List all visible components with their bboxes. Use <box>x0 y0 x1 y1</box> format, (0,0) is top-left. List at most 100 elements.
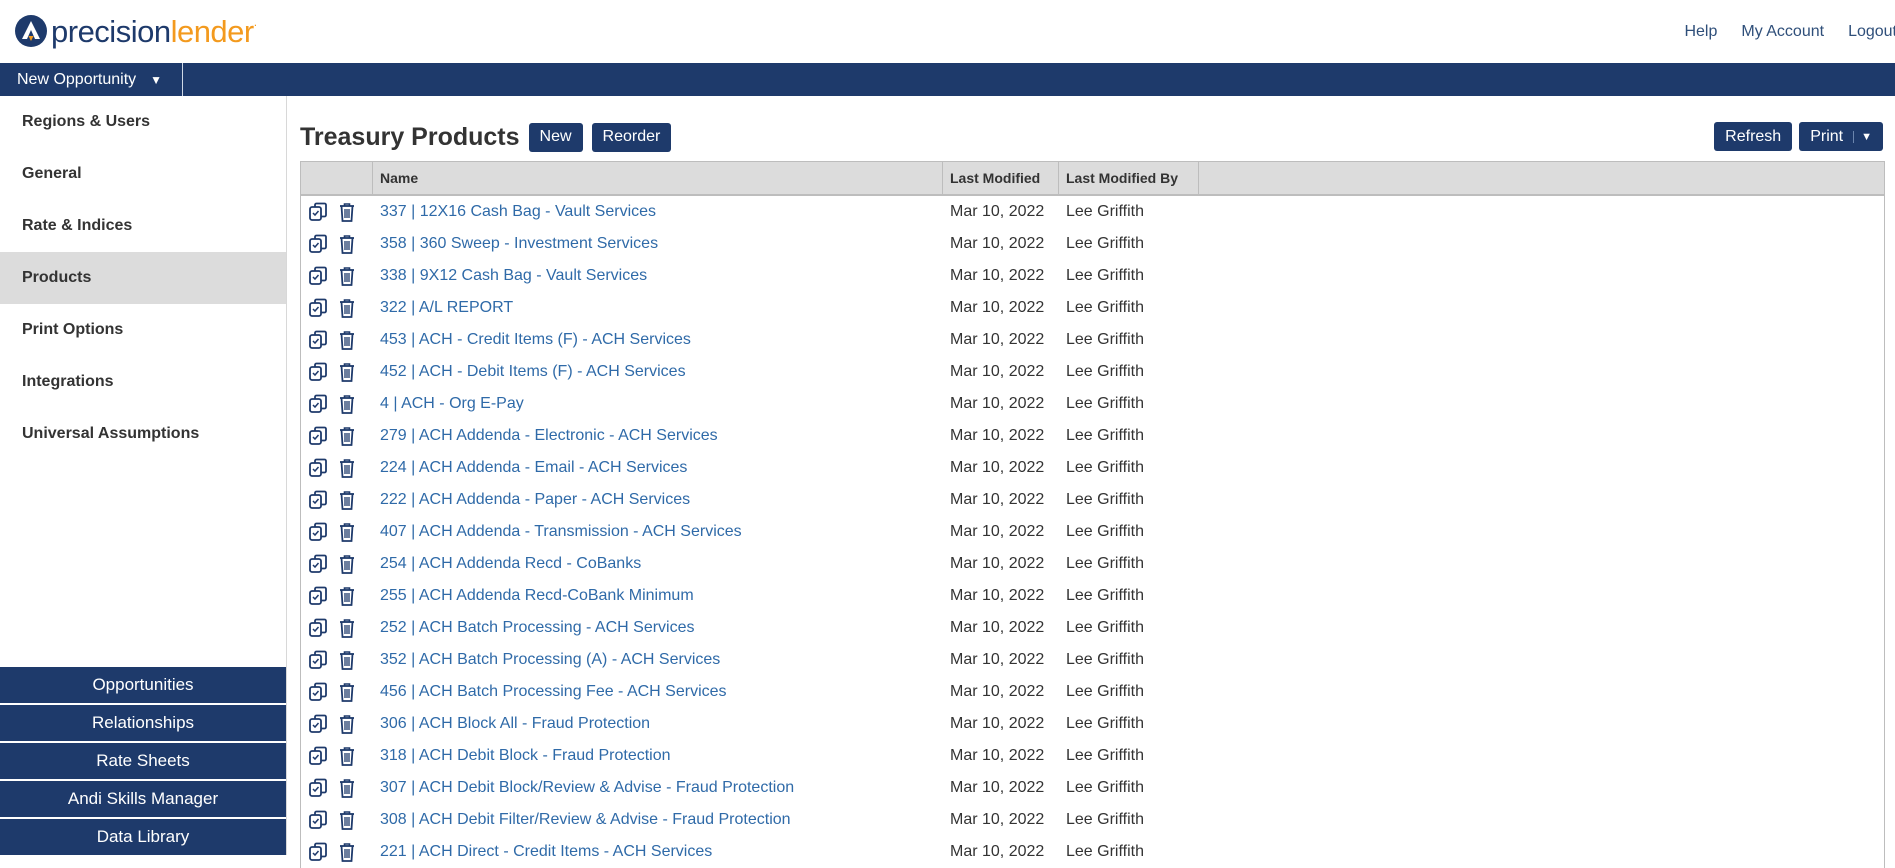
trash-icon[interactable] <box>336 553 358 575</box>
sidebar-item-universal-assumptions[interactable]: Universal Assumptions <box>0 408 286 460</box>
product-link[interactable]: 407 | ACH Addenda - Transmission - ACH S… <box>380 523 742 541</box>
product-link[interactable]: 224 | ACH Addenda - Email - ACH Services <box>380 459 687 477</box>
product-link[interactable]: 358 | 360 Sweep - Investment Services <box>380 235 658 253</box>
copy-icon[interactable] <box>307 361 329 383</box>
sidebar-item-regions-users[interactable]: Regions & Users <box>0 96 286 148</box>
product-link[interactable]: 307 | ACH Debit Block/Review & Advise - … <box>380 779 794 797</box>
last-modified-by-cell: Lee Griffith <box>1066 715 1144 732</box>
product-link[interactable]: 322 | A/L REPORT <box>380 299 513 317</box>
sidebar-item-integrations[interactable]: Integrations <box>0 356 286 408</box>
trash-icon[interactable] <box>336 457 358 479</box>
copy-icon[interactable] <box>307 457 329 479</box>
last-modified-cell: Mar 10, 2022 <box>950 299 1045 316</box>
reorder-button[interactable]: Reorder <box>591 122 672 152</box>
row-actions <box>301 356 373 388</box>
product-link[interactable]: 252 | ACH Batch Processing - ACH Service… <box>380 619 695 637</box>
copy-icon[interactable] <box>307 393 329 415</box>
last-modified-cell: Mar 10, 2022 <box>950 235 1045 252</box>
refresh-button[interactable]: Refresh <box>1714 122 1793 151</box>
product-link[interactable]: 453 | ACH - Credit Items (F) - ACH Servi… <box>380 331 691 349</box>
product-link[interactable]: 254 | ACH Addenda Recd - CoBanks <box>380 555 641 573</box>
copy-icon[interactable] <box>307 745 329 767</box>
relationships-button[interactable]: Relationships <box>0 705 286 741</box>
copy-icon[interactable] <box>307 585 329 607</box>
print-split-button[interactable]: Print ▼ <box>1799 122 1883 151</box>
trash-icon[interactable] <box>336 777 358 799</box>
trash-icon[interactable] <box>336 393 358 415</box>
product-link[interactable]: 4 | ACH - Org E-Pay <box>380 395 524 413</box>
last-modified-column-header[interactable]: Last Modified <box>943 162 1059 194</box>
product-link[interactable]: 221 | ACH Direct - Credit Items - ACH Se… <box>380 843 712 861</box>
copy-icon[interactable] <box>307 553 329 575</box>
product-link[interactable]: 338 | 9X12 Cash Bag - Vault Services <box>380 267 647 285</box>
trash-icon[interactable] <box>336 713 358 735</box>
help-link[interactable]: Help <box>1684 23 1717 41</box>
new-button[interactable]: New <box>528 122 583 152</box>
copy-icon[interactable] <box>307 777 329 799</box>
trash-icon[interactable] <box>336 745 358 767</box>
trash-icon[interactable] <box>336 585 358 607</box>
product-link[interactable]: 452 | ACH - Debit Items (F) - ACH Servic… <box>380 363 686 381</box>
copy-icon[interactable] <box>307 521 329 543</box>
copy-icon[interactable] <box>307 617 329 639</box>
copy-icon[interactable] <box>307 489 329 511</box>
trash-icon[interactable] <box>336 521 358 543</box>
copy-icon[interactable] <box>307 649 329 671</box>
product-link[interactable]: 352 | ACH Batch Processing (A) - ACH Ser… <box>380 651 720 669</box>
andi-skills-manager-button[interactable]: Andi Skills Manager <box>0 781 286 817</box>
trash-icon[interactable] <box>336 425 358 447</box>
my-account-link[interactable]: My Account <box>1741 23 1824 41</box>
last-modified-cell: Mar 10, 2022 <box>950 747 1045 764</box>
copy-icon[interactable] <box>307 681 329 703</box>
copy-icon[interactable] <box>307 297 329 319</box>
trash-icon[interactable] <box>336 809 358 831</box>
trash-icon[interactable] <box>336 329 358 351</box>
trash-icon[interactable] <box>336 201 358 223</box>
opportunities-button[interactable]: Opportunities <box>0 667 286 703</box>
trash-icon[interactable] <box>336 617 358 639</box>
sidebar-item-general[interactable]: General <box>0 148 286 200</box>
copy-icon[interactable] <box>307 841 329 863</box>
sidebar-item-print-options[interactable]: Print Options <box>0 304 286 356</box>
logout-link[interactable]: Logout <box>1848 23 1895 41</box>
copy-icon[interactable] <box>307 425 329 447</box>
copy-icon[interactable] <box>307 809 329 831</box>
copy-icon[interactable] <box>307 713 329 735</box>
product-link[interactable]: 337 | 12X16 Cash Bag - Vault Services <box>380 203 656 221</box>
last-modified-by-column-header[interactable]: Last Modified By <box>1059 162 1199 194</box>
product-link[interactable]: 456 | ACH Batch Processing Fee - ACH Ser… <box>380 683 727 701</box>
product-link[interactable]: 308 | ACH Debit Filter/Review & Advise -… <box>380 811 791 829</box>
trash-icon[interactable] <box>336 489 358 511</box>
row-actions <box>301 708 373 740</box>
product-link[interactable]: 306 | ACH Block All - Fraud Protection <box>380 715 650 733</box>
row-actions <box>301 324 373 356</box>
copy-icon[interactable] <box>307 233 329 255</box>
new-opportunity-dropdown[interactable]: New Opportunity ▼ <box>0 63 183 96</box>
copy-icon[interactable] <box>307 265 329 287</box>
copy-icon[interactable] <box>307 329 329 351</box>
sidebar-item-rate-indices[interactable]: Rate & Indices <box>0 200 286 252</box>
trash-icon[interactable] <box>336 841 358 863</box>
trash-icon[interactable] <box>336 265 358 287</box>
trash-icon[interactable] <box>336 297 358 319</box>
name-column-header[interactable]: Name <box>373 162 943 194</box>
product-link[interactable]: 318 | ACH Debit Block - Fraud Protection <box>380 747 671 765</box>
row-actions <box>301 676 373 708</box>
last-modified-cell: Mar 10, 2022 <box>950 523 1045 540</box>
data-library-button[interactable]: Data Library <box>0 819 286 855</box>
trash-icon[interactable] <box>336 681 358 703</box>
trash-icon[interactable] <box>336 233 358 255</box>
product-link[interactable]: 279 | ACH Addenda - Electronic - ACH Ser… <box>380 427 718 445</box>
last-modified-cell: Mar 10, 2022 <box>950 843 1045 860</box>
caret-down-icon[interactable]: ▼ <box>1853 130 1872 143</box>
precisionlender-logo[interactable]: precisionlender. <box>14 11 257 51</box>
trash-icon[interactable] <box>336 649 358 671</box>
sidebar-item-products[interactable]: Products <box>0 252 286 304</box>
product-link[interactable]: 255 | ACH Addenda Recd-CoBank Minimum <box>380 587 694 605</box>
product-link[interactable]: 222 | ACH Addenda - Paper - ACH Services <box>380 491 690 509</box>
copy-icon[interactable] <box>307 201 329 223</box>
trash-icon[interactable] <box>336 361 358 383</box>
row-actions <box>301 516 373 548</box>
row-actions <box>301 548 373 580</box>
rate-sheets-button[interactable]: Rate Sheets <box>0 743 286 779</box>
